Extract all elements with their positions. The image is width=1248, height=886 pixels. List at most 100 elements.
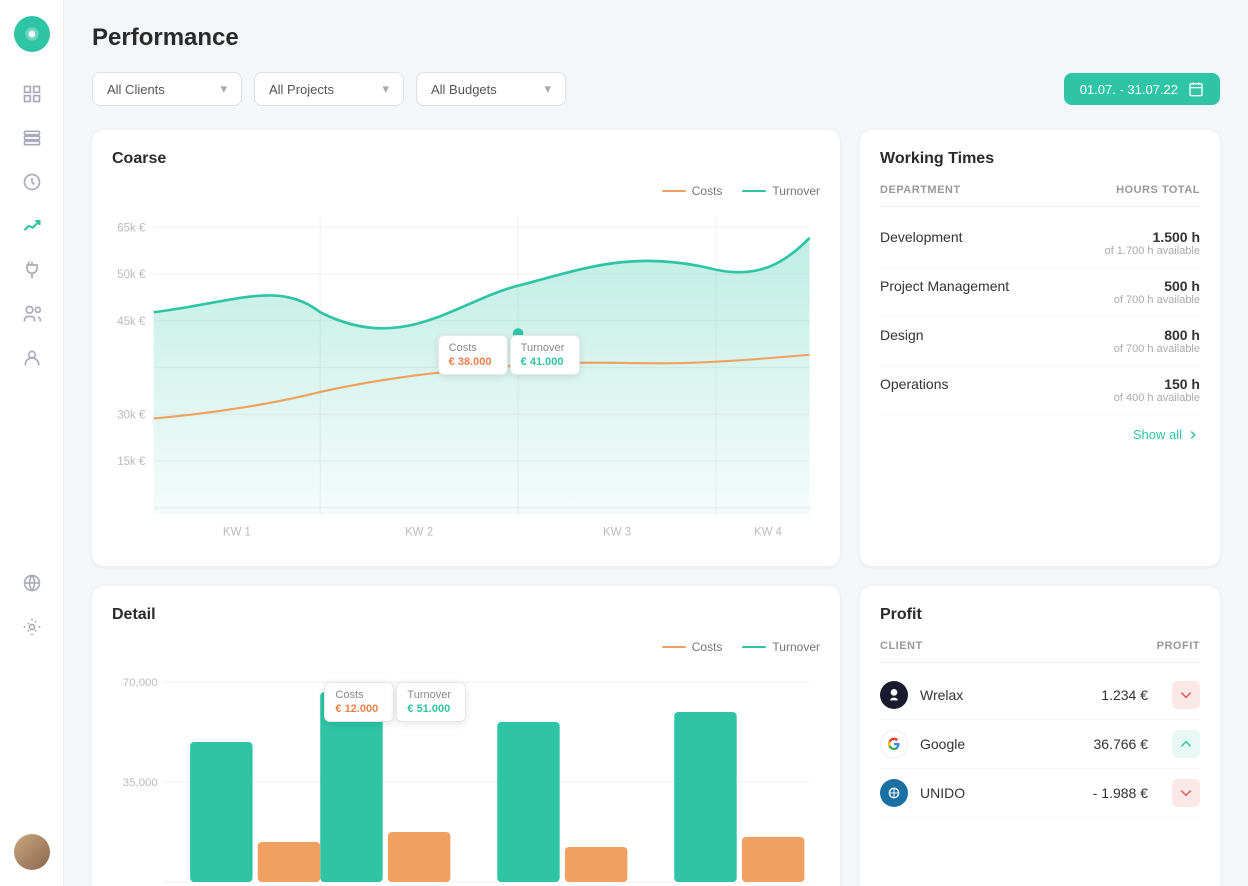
wt-hours-pm: 500 h of 700 h available: [1114, 278, 1200, 306]
coarse-title: Coarse: [112, 150, 820, 168]
wt-available-operations: of 400 h available: [1114, 392, 1200, 404]
svg-text:35,000: 35,000: [123, 777, 158, 789]
wt-hours-development: 1.500 h of 1.700 h available: [1105, 229, 1200, 257]
date-range-label: 01.07. - 31.07.22: [1080, 82, 1178, 97]
projects-filter[interactable]: All Projects ▾: [254, 72, 404, 106]
wt-total-operations: 150 h: [1114, 376, 1200, 392]
profit-row-google: Google 36.766 €: [880, 720, 1200, 769]
turnover-legend-label: Turnover: [772, 184, 820, 198]
app-logo: [14, 16, 50, 52]
filters-row: All Clients ▾ All Projects ▾ All Budgets…: [92, 72, 1220, 106]
wt-dept-design: Design: [880, 327, 924, 343]
dept-col-header: DEPARTMENT: [880, 184, 961, 196]
coarse-chart: 65k € 50k € 45k € 30k € 15k € KW 1 KW 2 …: [112, 206, 820, 546]
unido-logo: [880, 779, 908, 807]
profit-row-wrelax: Wrelax 1.234 €: [880, 671, 1200, 720]
hours-col-header: HOURS TOTAL: [1116, 184, 1200, 196]
wt-hours-operations: 150 h of 400 h available: [1114, 376, 1200, 404]
wt-dept-pm: Project Management: [880, 278, 1009, 294]
detail-turnover-tooltip-label: Turnover: [407, 689, 455, 701]
turnover-line-icon: [742, 190, 766, 192]
costs-tooltip-value: € 38.000: [449, 356, 497, 368]
chevron-right-icon: [1186, 428, 1200, 442]
detail-card: Detail Costs Turnover: [92, 586, 840, 886]
costs-legend-item: Costs: [662, 184, 723, 198]
detail-legend: Costs Turnover: [112, 640, 820, 654]
working-times-header: DEPARTMENT HOURS TOTAL: [880, 184, 1200, 207]
trend-down-icon-2: [1179, 786, 1193, 800]
wt-row-operations: Operations 150 h of 400 h available: [880, 366, 1200, 415]
client-col-header: CLIENT: [880, 640, 923, 652]
sidebar-item-globe[interactable]: [14, 565, 50, 601]
sidebar-item-trending[interactable]: [14, 208, 50, 244]
google-trend-badge: [1172, 730, 1200, 758]
sidebar-item-clock[interactable]: [14, 164, 50, 200]
trend-down-icon: [1179, 688, 1193, 702]
detail-turnover-tooltip-value: € 51.000: [407, 703, 455, 715]
sidebar-item-user[interactable]: [14, 340, 50, 376]
sidebar-item-team[interactable]: [14, 296, 50, 332]
svg-text:45k €: 45k €: [117, 316, 146, 328]
wt-dept-operations: Operations: [880, 376, 948, 392]
google-logo: [880, 730, 908, 758]
wrelax-logo-icon: [886, 687, 902, 703]
detail-tooltip: Costs € 12.000 Turnover € 51.000: [324, 682, 466, 722]
coarse-tooltip: Costs € 38.000 Turnover € 41.000: [438, 335, 580, 375]
avatar[interactable]: [14, 834, 50, 870]
main-content: Performance All Clients ▾ All Projects ▾…: [64, 0, 1248, 886]
wt-available-design: of 700 h available: [1114, 343, 1200, 355]
top-grid: Coarse Costs Turnover: [92, 130, 1220, 566]
profit-card: Profit CLIENT PROFIT Wrelax 1.234 €: [860, 586, 1220, 886]
wt-hours-design: 800 h of 700 h available: [1114, 327, 1200, 355]
wt-available-development: of 1.700 h available: [1105, 245, 1200, 257]
wt-total-pm: 500 h: [1114, 278, 1200, 294]
detail-turnover-label: Turnover: [772, 640, 820, 654]
coarse-chart-svg: 65k € 50k € 45k € 30k € 15k € KW 1 KW 2 …: [112, 206, 820, 546]
working-times-card: Working Times DEPARTMENT HOURS TOTAL Dev…: [860, 130, 1220, 566]
coarse-legend: Costs Turnover: [112, 184, 820, 198]
wrelax-trend-badge: [1172, 681, 1200, 709]
unido-profit: - 1.988 €: [1093, 785, 1148, 801]
svg-text:70,000: 70,000: [123, 677, 158, 689]
detail-turnover-tooltip: Turnover € 51.000: [396, 682, 466, 722]
detail-costs-line-icon: [662, 646, 686, 648]
clients-chevron-icon: ▾: [220, 81, 227, 97]
sidebar-item-list[interactable]: [14, 120, 50, 156]
projects-filter-label: All Projects: [269, 82, 334, 97]
profit-table-header: CLIENT PROFIT: [880, 640, 1200, 663]
detail-costs-label: Costs: [692, 640, 723, 654]
date-range-filter[interactable]: 01.07. - 31.07.22: [1064, 73, 1220, 105]
show-all-button[interactable]: Show all: [880, 427, 1200, 442]
turnover-tooltip-value: € 41.000: [521, 356, 569, 368]
svg-text:KW 4: KW 4: [754, 526, 783, 538]
costs-line-icon: [662, 190, 686, 192]
profit-col-header: PROFIT: [1157, 640, 1200, 652]
detail-turnover-line-icon: [742, 646, 766, 648]
page-title: Performance: [92, 24, 1220, 52]
wrelax-name: Wrelax: [920, 687, 1089, 703]
budgets-filter[interactable]: All Budgets ▾: [416, 72, 566, 106]
detail-costs-tooltip-value: € 12.000: [335, 703, 383, 715]
wt-total-development: 1.500 h: [1105, 229, 1200, 245]
bottom-grid: Detail Costs Turnover: [92, 586, 1220, 886]
sidebar-item-dashboard[interactable]: [14, 76, 50, 112]
costs-tooltip-label: Costs: [449, 342, 497, 354]
wt-row-development: Development 1.500 h of 1.700 h available: [880, 219, 1200, 268]
unido-name: UNIDO: [920, 785, 1081, 801]
svg-text:KW 2: KW 2: [405, 526, 433, 538]
wt-row-design: Design 800 h of 700 h available: [880, 317, 1200, 366]
turnover-tooltip: Turnover € 41.000: [510, 335, 580, 375]
detail-costs-legend: Costs: [662, 640, 723, 654]
turnover-legend-item: Turnover: [742, 184, 820, 198]
sidebar-item-settings[interactable]: [14, 609, 50, 645]
costs-legend-label: Costs: [692, 184, 723, 198]
budgets-filter-label: All Budgets: [431, 82, 497, 97]
sidebar-item-plug[interactable]: [14, 252, 50, 288]
detail-costs-tooltip-label: Costs: [335, 689, 383, 701]
clients-filter[interactable]: All Clients ▾: [92, 72, 242, 106]
budgets-chevron-icon: ▾: [544, 81, 551, 97]
detail-costs-tooltip: Costs € 12.000: [324, 682, 394, 722]
trend-up-icon: [1179, 737, 1193, 751]
wrelax-profit: 1.234 €: [1101, 687, 1148, 703]
show-all-label: Show all: [1133, 427, 1182, 442]
